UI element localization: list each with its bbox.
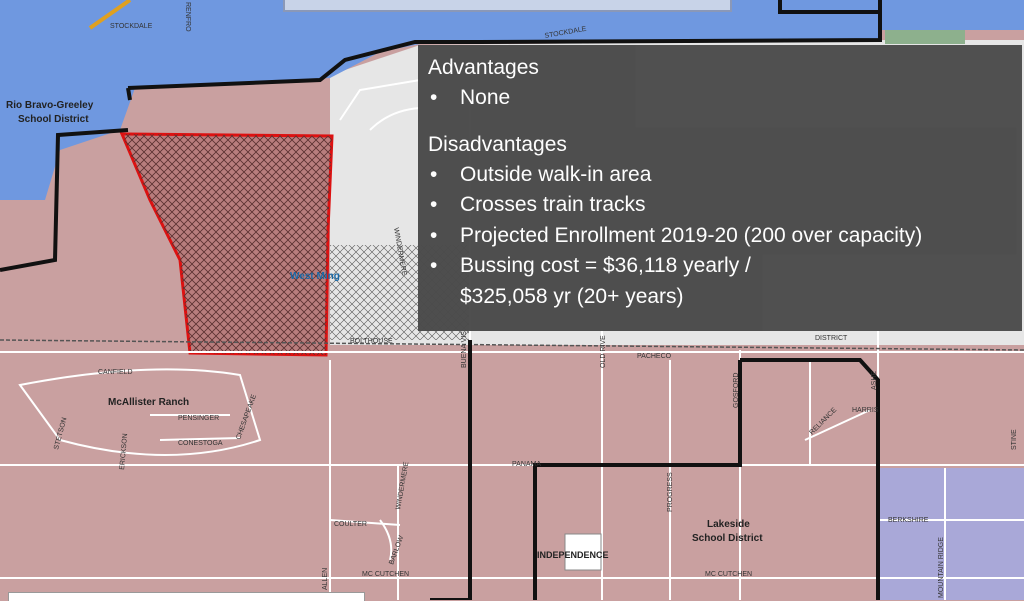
advantages-title: Advantages	[428, 56, 539, 79]
disadvantage-item: • Projected Enrollment 2019-20 (200 over …	[430, 223, 923, 247]
rio-bravo-label-line2: School District	[18, 114, 89, 125]
coulter-label: COULTER	[334, 521, 367, 528]
gosford-label: GOSFORD	[733, 373, 740, 408]
lakeside-label-line2: School District	[692, 533, 763, 544]
mcallister-ranch-label: McAllister Ranch	[108, 397, 189, 408]
conestoga-label: CONESTOGA	[178, 440, 223, 447]
old-river-label: OLD RIVE	[600, 335, 607, 368]
progress-label: PROGRESS	[667, 472, 674, 512]
lakeside-label-line1: Lakeside	[707, 519, 750, 530]
disadvantage-item: • Crosses train tracks	[430, 193, 646, 216]
park-area	[885, 30, 965, 44]
buena-vista-label: BUENA VIS	[461, 331, 468, 368]
title-banner	[283, 0, 732, 12]
stockdale-label-1: STOCKDALE	[110, 23, 153, 30]
disadvantage-item-continuation: $325,058 yr (20+ years)	[460, 284, 684, 308]
mc-cutchen-label-1: MC CUTCHEN	[362, 571, 409, 578]
disadvantages-title: Disadvantages	[428, 132, 567, 156]
info-panel: Advantages • None Disadvantages • Outside …	[418, 45, 1022, 331]
independence-label: INDEPENDENCE	[537, 550, 609, 560]
harris-label: HARRIS	[852, 407, 879, 414]
advantage-item: • None	[430, 86, 511, 109]
pacheco-label: PACHECO	[637, 353, 672, 360]
disadvantages-list: • Outside walk-in area • Crosses train tra…	[428, 160, 1012, 313]
district-label: DISTRICT	[815, 335, 848, 342]
rio-bravo-label-line1: Rio Bravo-Greeley	[6, 100, 94, 111]
mountain-ridge-label: MOUNTAIN RIDGE	[938, 537, 945, 598]
renfro-label: RENFRO	[184, 2, 191, 32]
pensinger-label: PENSINGER	[178, 415, 219, 422]
mc-cutchen-label-2: MC CUTCHEN	[705, 571, 752, 578]
ashe-label: ASHE	[871, 371, 878, 390]
disadvantage-item: • Outside walk-in area	[430, 162, 652, 186]
bolthouse-label: BOLTHOUSE	[350, 338, 393, 345]
panama-label: PANAMA	[512, 461, 541, 468]
allen-label: ALLEN	[322, 568, 329, 590]
east-district-area	[878, 468, 1024, 600]
advantages-list: • None	[428, 83, 1012, 114]
stine-label: STINE	[1011, 429, 1018, 450]
disadvantage-item: • Bussing cost = $36,118 yearly /	[430, 254, 751, 277]
berkshire-label: BERKSHIRE	[888, 517, 929, 524]
west-ming-label: West Ming	[290, 271, 340, 282]
canfield-label: CANFIELD	[98, 369, 133, 376]
